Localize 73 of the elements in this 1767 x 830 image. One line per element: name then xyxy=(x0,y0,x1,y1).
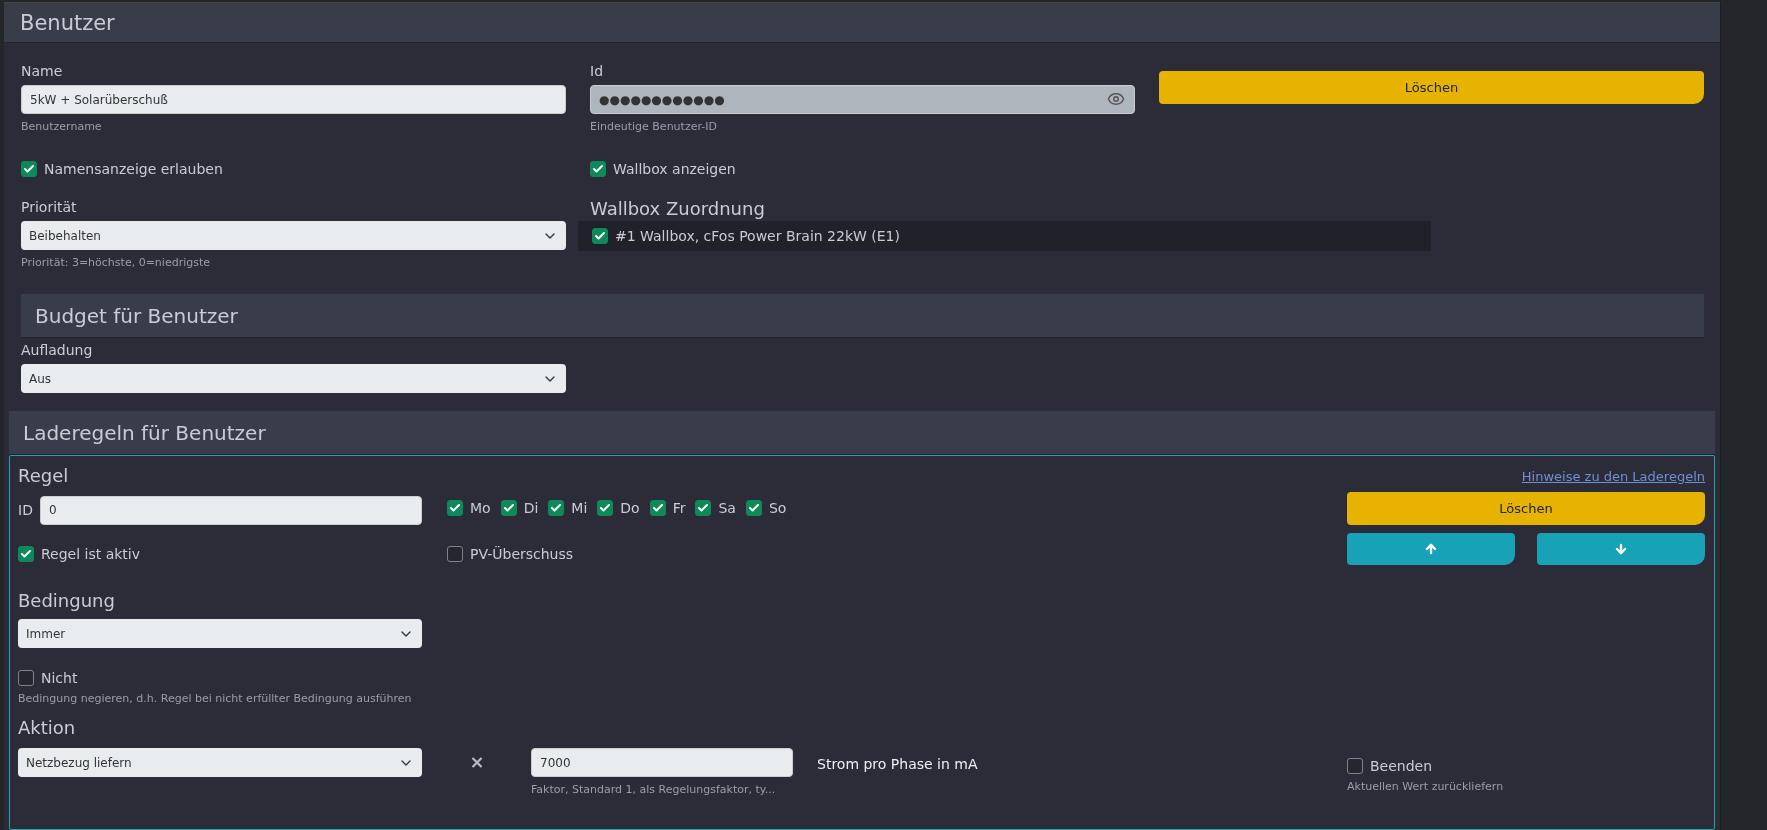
field-hint: Aktuellen Wert zurückliefern xyxy=(1347,780,1505,794)
field-label: Name xyxy=(21,62,64,81)
day-label: Mo xyxy=(470,500,491,516)
day-label: So xyxy=(768,500,787,516)
day-label: Do xyxy=(620,500,640,516)
wallbox-label: #1 Wallbox, cFos Power Brain 22kW (E1) xyxy=(615,228,900,244)
check-icon xyxy=(592,163,604,175)
field-hint: Eindeutige Benutzer-ID xyxy=(590,120,718,134)
amount-input[interactable]: 7000 xyxy=(531,748,793,777)
checkbox[interactable] xyxy=(447,500,463,516)
check-icon xyxy=(449,502,461,514)
eye-icon[interactable] xyxy=(1107,90,1125,108)
checkbox-label: Nicht xyxy=(41,670,78,686)
checkbox[interactable] xyxy=(590,161,606,177)
help-link[interactable]: Hinweise zu den Laderegeln xyxy=(1521,468,1705,484)
checkbox[interactable] xyxy=(18,545,34,562)
name-input[interactable]: 5kW + Solarüberschuß xyxy=(21,85,566,114)
checkbox[interactable] xyxy=(1347,758,1363,774)
check-icon xyxy=(594,230,606,242)
checkbox[interactable] xyxy=(592,228,608,244)
priority-select[interactable]: Beibehalten xyxy=(21,221,566,250)
checkbox-label: Namensanzeige erlauben xyxy=(44,161,223,177)
checkbox[interactable] xyxy=(447,545,463,562)
delete-button[interactable]: Löschen xyxy=(1159,71,1704,104)
checkbox-label: PV-Überschuss xyxy=(470,545,574,562)
section-header: Budget für Benutzer xyxy=(21,294,1704,338)
field-hint: Priorität: 3=höchste, 0=niedrigste xyxy=(21,256,211,270)
multiply-sign: × xyxy=(468,751,486,772)
checkbox[interactable] xyxy=(500,500,517,516)
rule-id-input[interactable]: 0 xyxy=(39,495,422,525)
condition-select[interactable]: Immer xyxy=(18,619,422,648)
check-icon xyxy=(697,502,710,514)
check-icon xyxy=(20,547,32,560)
action-select[interactable]: Netzbezug liefern xyxy=(18,748,422,777)
check-icon xyxy=(550,502,563,514)
day-label: Di xyxy=(523,500,539,516)
check-icon xyxy=(502,502,515,514)
section-header: Laderegeln für Benutzer xyxy=(9,411,1715,455)
field-hint: Bedingung negieren, d.h. Regel bei nicht erfüllter Bedingung ausführen xyxy=(18,692,413,706)
checkbox[interactable] xyxy=(18,670,34,686)
field-label: ID xyxy=(18,502,33,518)
check-icon xyxy=(651,502,664,514)
checkbox[interactable] xyxy=(649,500,666,516)
section-title: Aktion xyxy=(18,716,77,740)
day-label: Fr xyxy=(672,500,686,516)
charging-select[interactable]: Aus xyxy=(21,364,566,393)
unit-label: Strom pro Phase in mA xyxy=(817,756,978,772)
checkbox[interactable] xyxy=(21,161,37,177)
day-label: Mi xyxy=(571,500,588,516)
checkbox-label: Beenden xyxy=(1370,758,1433,774)
field-label: Aufladung xyxy=(21,341,94,360)
id-input[interactable]: ●●●●●●●●●●●● xyxy=(590,85,1135,114)
section-title: Bedingung xyxy=(18,589,116,613)
day-label: Sa xyxy=(718,500,736,516)
arrow-up-icon xyxy=(1424,542,1438,556)
field-label: Id xyxy=(590,62,604,81)
check-icon xyxy=(747,502,760,514)
field-hint: Faktor, Standard 1, als Regelungsfaktor, ty... xyxy=(531,783,777,797)
checkbox-label: Regel ist aktiv xyxy=(41,545,141,562)
arrow-down-icon xyxy=(1614,542,1628,556)
checkbox[interactable] xyxy=(695,500,712,516)
section-title: Regel xyxy=(18,464,70,488)
page-title: Benutzer xyxy=(4,3,1720,43)
field-label: Priorität xyxy=(21,198,78,217)
checkbox[interactable] xyxy=(597,500,614,516)
checkbox[interactable] xyxy=(745,500,762,516)
check-icon xyxy=(599,502,612,514)
checkbox-label: Wallbox anzeigen xyxy=(613,161,736,177)
section-title: Wallbox Zuordnung xyxy=(590,197,766,221)
field-hint: Benutzername xyxy=(21,120,103,134)
checkbox[interactable] xyxy=(548,500,565,516)
check-icon xyxy=(23,163,35,175)
delete-button[interactable]: Löschen xyxy=(1347,492,1705,525)
